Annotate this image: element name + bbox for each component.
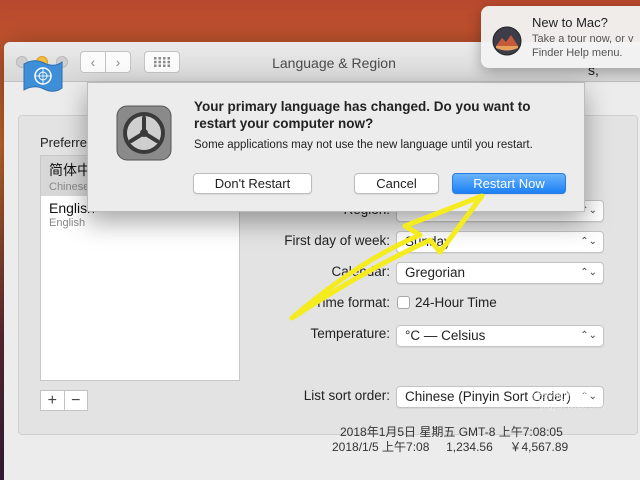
watermark: 经验狗指南 [530,388,591,402]
un-flag-icon [23,60,63,92]
sort-order-label: List sort order: [303,388,390,403]
grid-icon [154,57,170,67]
calendar-value: Gregorian [405,265,466,280]
window-title: Language & Region [272,55,396,71]
forward-button[interactable]: › [105,51,131,73]
temperature-select[interactable]: °C — Celsius ⌃⌄ [396,325,604,347]
chevron-updown-icon: ⌃⌄ [580,330,597,341]
cancel-button[interactable]: Cancel [354,173,439,194]
first-day-value: Sunday [405,234,451,249]
restart-dialog: Your primary language has changed. Do yo… [87,82,585,212]
dialog-title: Your primary language has changed. Do yo… [194,99,531,131]
24-hour-label[interactable]: 24-Hour Time [415,295,497,310]
language-subtitle: English [49,217,86,229]
dont-restart-button[interactable]: Don't Restart [193,173,312,194]
temperature-label: Temperature: [310,326,390,341]
notification-text-1: Take a tour now, or v [532,33,634,45]
remove-language-button[interactable]: − [63,391,88,410]
calendar-label: Calendar: [331,264,390,279]
notification-text-2: Finder Help menu. [532,47,623,59]
chevron-left-icon: ‹ [90,54,96,70]
number-sample: 2018/1/5 上午7:08 1,234.56 ￥4,567.89 [332,440,569,454]
first-day-select[interactable]: Sunday ⌃⌄ [396,231,604,253]
calendar-select[interactable]: Gregorian ⌃⌄ [396,262,604,284]
notification-banner[interactable]: New to Mac? Take a tour now, or v Finder… [481,6,640,68]
temperature-value: °C — Celsius [405,328,486,343]
preferred-languages-label: Preferre [40,135,87,150]
first-day-label: First day of week: [284,233,390,248]
system-preferences-gear-icon [116,105,172,161]
macos-sierra-icon [492,26,522,56]
watermark-url: jingyan.baidu.com [540,402,605,411]
chevron-right-icon: › [115,54,121,70]
add-language-button[interactable]: + [41,391,64,410]
show-all-button[interactable] [144,51,180,73]
chevron-updown-icon: ⌃⌄ [580,236,597,247]
notification-title: New to Mac? [532,15,608,30]
dialog-message: Some applications may not use the new la… [194,139,533,151]
add-remove-control: + − [40,390,88,411]
back-button[interactable]: ‹ [80,51,106,73]
chevron-updown-icon: ⌃⌄ [580,267,597,278]
time-format-label: Time format: [314,295,390,310]
restart-now-button[interactable]: Restart Now [452,173,566,194]
24-hour-checkbox[interactable] [397,296,410,309]
